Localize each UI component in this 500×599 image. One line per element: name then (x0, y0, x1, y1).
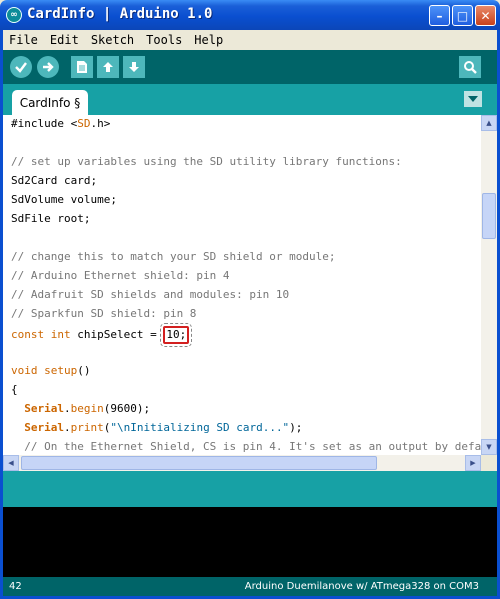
code-token: // Adafruit SD shields and modules: pin … (11, 288, 290, 301)
horizontal-scrollbar[interactable]: ◀ ▶ (3, 455, 481, 471)
code-line: void setup() (11, 364, 91, 383)
code-line: Sd2Card card; (11, 174, 97, 193)
window-title: CardInfo | Arduino 1.0 (27, 6, 213, 22)
code-line: // Adafruit SD shields and modules: pin … (11, 288, 289, 307)
menu-edit[interactable]: Edit (50, 33, 79, 47)
code-token: .h> (90, 117, 111, 130)
code-token: { (11, 383, 18, 396)
code-line: Serial.print("\nInitializing SD card..."… (11, 421, 302, 440)
selected-token: 10; (160, 323, 193, 347)
code-token: const (11, 328, 51, 341)
toolbar (3, 50, 497, 84)
code-line: // Arduino Ethernet shield: pin 4 (11, 269, 230, 288)
code-token: // change this to match your SD shield o… (11, 250, 336, 263)
code-token: "\nInitializing SD card..." (110, 421, 290, 434)
message-area (3, 471, 497, 507)
code-line: SdFile root; (11, 212, 90, 231)
save-button[interactable] (123, 56, 145, 78)
code-token: SdFile root; (11, 212, 91, 225)
code-token: print (70, 421, 104, 434)
scroll-left-arrow-icon[interactable]: ◀ (3, 455, 19, 471)
tab-menu-button[interactable] (464, 91, 482, 107)
scroll-up-arrow-icon[interactable]: ▲ (481, 115, 497, 131)
code-token: Serial (24, 421, 64, 434)
minimize-button[interactable]: – (429, 5, 450, 26)
verify-icon (15, 62, 27, 73)
menu-file[interactable]: File (9, 33, 38, 47)
code-line: Serial.begin(9600); (11, 402, 150, 421)
console-output[interactable] (3, 507, 497, 577)
chevron-down-icon (468, 95, 478, 102)
verify-button[interactable] (10, 56, 32, 78)
code-token: Serial (24, 402, 64, 415)
code-token: setup (44, 364, 78, 377)
code-token: // Arduino Ethernet shield: pin 4 (11, 269, 230, 282)
scroll-right-arrow-icon[interactable]: ▶ (465, 455, 481, 471)
tab-cardinfo[interactable]: CardInfo § (12, 90, 88, 115)
code-line: // Sparkfun SD shield: pin 8 (11, 307, 196, 326)
scrollbar-corner (481, 455, 497, 471)
code-token: begin (70, 402, 104, 415)
code-line: { (11, 383, 18, 402)
save-icon (129, 62, 139, 72)
open-icon (103, 62, 113, 72)
code-editor[interactable]: #include <SD.h> // set up variables using… (3, 115, 481, 455)
menu-sketch[interactable]: Sketch (91, 33, 134, 47)
code-line: // set up variables using the SD utility… (11, 155, 402, 174)
arduino-app-icon: ∞ (6, 7, 22, 23)
serial-monitor-icon (464, 61, 477, 74)
code-token: // On the Ethernet Shield, CS is pin 4. … (11, 440, 481, 453)
code-token: SdVolume volume; (11, 193, 117, 206)
code-token: // set up variables using the SD utility… (11, 155, 402, 168)
code-token: chipSelect = (70, 328, 164, 341)
scroll-down-arrow-icon[interactable]: ▼ (481, 439, 497, 455)
tab-bar: CardInfo § (3, 84, 497, 115)
code-token: SD (77, 117, 91, 130)
close-button[interactable]: ✕ (475, 5, 496, 26)
line-number: 42 (9, 581, 22, 592)
code-line: // change this to match your SD shield o… (11, 250, 336, 269)
status-bar: 42 Arduino Duemilanove w/ ATmega328 on C… (3, 577, 497, 596)
maximize-button[interactable]: □ (452, 5, 473, 26)
code-token: () (77, 364, 91, 377)
code-token: . (64, 421, 71, 434)
title-bar[interactable]: ∞ CardInfo | Arduino 1.0 – □ ✕ (0, 0, 500, 30)
code-token: void (11, 364, 38, 377)
horizontal-scroll-thumb[interactable] (21, 456, 377, 470)
code-token: #include < (11, 117, 78, 130)
upload-button[interactable] (37, 56, 59, 78)
serial-monitor-button[interactable] (459, 56, 481, 78)
code-token: . (64, 402, 71, 415)
board-port-info: Arduino Duemilanove w/ ATmega328 on COM3 (244, 581, 479, 592)
code-line: // On the Ethernet Shield, CS is pin 4. … (11, 440, 481, 455)
code-token: (9600); (103, 402, 151, 415)
code-line: SdVolume volume; (11, 193, 117, 212)
code-line: const int chipSelect = 10; (11, 323, 193, 347)
code-token: // Sparkfun SD shield: pin 8 (11, 307, 197, 320)
vertical-scrollbar[interactable]: ▲ ▼ (481, 115, 497, 455)
code-token: Sd2Card card; (11, 174, 98, 187)
upload-icon (43, 62, 54, 72)
menu-tools[interactable]: Tools (146, 33, 182, 47)
open-button[interactable] (97, 56, 119, 78)
new-button[interactable] (71, 56, 93, 78)
menu-help[interactable]: Help (194, 33, 223, 47)
menu-bar: File Edit Sketch Tools Help (3, 30, 497, 50)
new-icon (77, 61, 87, 73)
vertical-scroll-thumb[interactable] (482, 193, 496, 239)
code-token: int (50, 328, 71, 341)
code-token: ); (289, 421, 303, 434)
code-line: #include <SD.h> (11, 117, 110, 136)
